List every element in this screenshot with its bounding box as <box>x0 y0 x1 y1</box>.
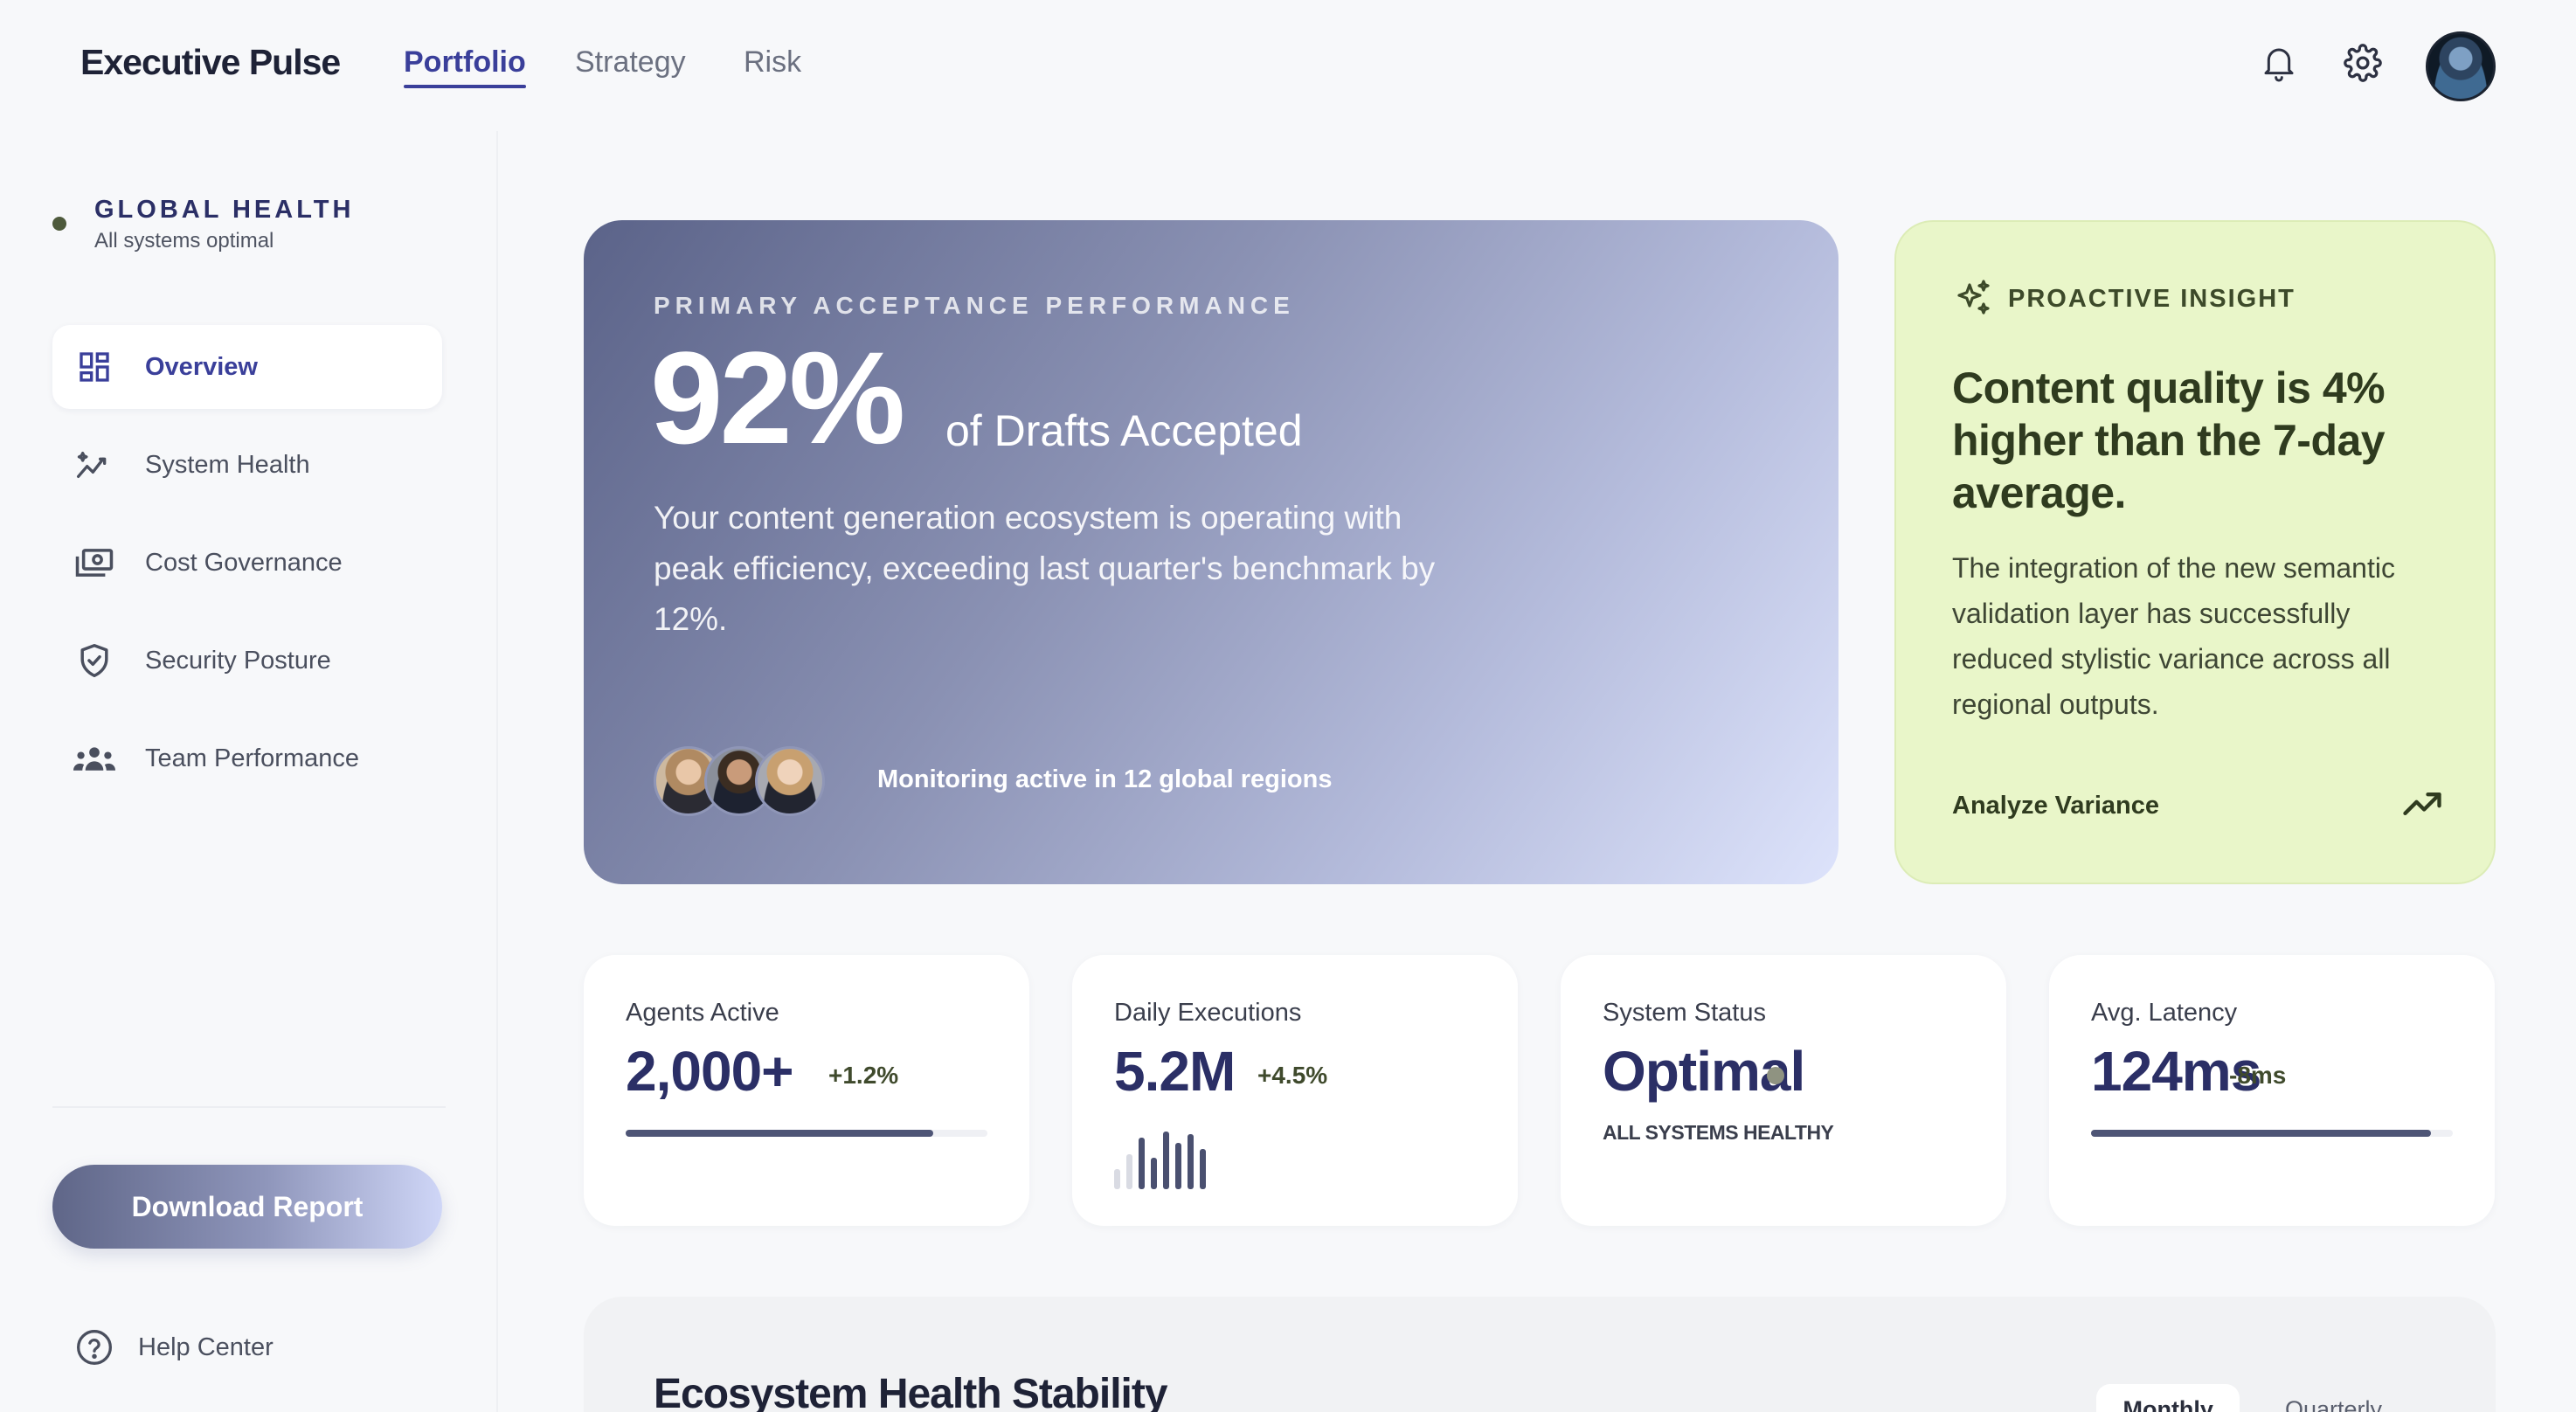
tab-risk[interactable]: Risk <box>744 45 801 80</box>
top-bar: Executive Pulse Portfolio Strategy Risk <box>0 0 2576 131</box>
status-caption: ALL SYSTEMS HEALTHY <box>1603 1121 1834 1144</box>
health-pulse-icon <box>73 444 115 486</box>
help-center-link[interactable]: Help Center <box>75 1328 274 1367</box>
team-avatar <box>755 746 825 816</box>
sidebar-item-label: System Health <box>145 450 310 479</box>
mini-chart-bar <box>1200 1149 1206 1189</box>
tab-strategy[interactable]: Strategy <box>575 45 686 80</box>
stat-delta: -8ms <box>2229 1062 2287 1089</box>
monitoring-status: Monitoring active in 12 global regions <box>877 765 1333 793</box>
ecosystem-stability-section: Ecosystem Health Stability Monthly Quart… <box>584 1297 2496 1412</box>
stat-label: System Status <box>1603 999 1766 1027</box>
mini-chart-bar <box>1188 1134 1194 1189</box>
hero-kicker: PRIMARY ACCEPTANCE PERFORMANCE <box>654 292 1295 319</box>
tab-monthly[interactable]: Monthly <box>2096 1384 2240 1412</box>
stat-card-system-status[interactable]: System Status Optimal ALL SYSTEMS HEALTH… <box>1561 955 2006 1226</box>
stat-card-agents-active[interactable]: Agents Active 2,000+ +1.2% <box>584 955 1029 1226</box>
sidebar-item-security-posture[interactable]: Security Posture <box>52 619 442 703</box>
sidebar: GLOBAL HEALTH All systems optimal Overvi… <box>0 131 498 1412</box>
tab-quarterly[interactable]: Quarterly <box>2259 1384 2408 1412</box>
sidebar-item-label: Cost Governance <box>145 548 343 577</box>
mini-chart-bar <box>1126 1154 1132 1189</box>
sidebar-divider <box>52 1106 446 1108</box>
download-report-button[interactable]: Download Report <box>52 1165 442 1249</box>
settings-button[interactable] <box>2340 40 2386 86</box>
status-indicator-dot <box>1767 1067 1784 1084</box>
agents-progress-bar <box>626 1130 987 1137</box>
sparkle-icon <box>1952 278 1994 320</box>
insight-title: Content quality is 4% higher than the 7-… <box>1952 363 2386 517</box>
global-health-subtitle: All systems optimal <box>94 229 274 253</box>
section-title: Ecosystem Health Stability <box>654 1371 1168 1412</box>
executions-mini-chart <box>1114 1128 1206 1189</box>
money-icon <box>73 542 115 584</box>
mini-chart-bar <box>1175 1143 1181 1189</box>
trending-up-icon[interactable] <box>2399 781 2445 827</box>
stat-value: 5.2M <box>1114 1040 1236 1103</box>
mini-chart-bar <box>1151 1158 1157 1189</box>
global-health-title: GLOBAL HEALTH <box>94 196 355 224</box>
stat-delta: +4.5% <box>1257 1062 1328 1089</box>
mini-chart-bar <box>1163 1132 1169 1189</box>
stat-value: 2,000+ <box>626 1040 794 1103</box>
acceptance-hero-card: PRIMARY ACCEPTANCE PERFORMANCE 92% of Dr… <box>584 220 1839 884</box>
notifications-button[interactable] <box>2256 40 2302 86</box>
analyze-variance-link[interactable]: Analyze Variance <box>1952 792 2159 820</box>
shield-icon <box>73 640 115 682</box>
sidebar-item-label: Security Posture <box>145 646 331 675</box>
hero-description: Your content generation ecosystem is ope… <box>654 500 1436 637</box>
help-center-label: Help Center <box>138 1332 274 1361</box>
user-avatar[interactable] <box>2426 31 2496 101</box>
stat-card-avg-latency[interactable]: Avg. Latency 124ms -8ms <box>2049 955 2495 1226</box>
stat-card-daily-executions[interactable]: Daily Executions 5.2M +4.5% <box>1072 955 1518 1226</box>
bell-icon <box>2264 48 2294 82</box>
latency-progress-bar <box>2091 1130 2453 1137</box>
stat-label: Avg. Latency <box>2091 999 2238 1027</box>
mini-chart-bar <box>1114 1169 1120 1189</box>
sidebar-item-system-health[interactable]: System Health <box>52 423 442 507</box>
insight-header: PROACTIVE INSIGHT <box>1952 278 2296 320</box>
insight-body: The integration of the new semantic vali… <box>1952 552 2395 720</box>
stat-label: Agents Active <box>626 999 779 1027</box>
gear-icon <box>2344 44 2382 82</box>
period-toggle: Monthly Quarterly <box>2096 1384 2408 1412</box>
acceptance-caption: of Drafts Accepted <box>945 406 1303 455</box>
sidebar-item-team-performance[interactable]: Team Performance <box>52 716 442 800</box>
agents-progress-fill <box>626 1130 933 1137</box>
team-avatar-group[interactable] <box>654 746 828 816</box>
proactive-insight-card: PROACTIVE INSIGHT Content quality is 4% … <box>1894 220 2496 884</box>
sidebar-item-label: Overview <box>145 352 258 381</box>
help-circle-icon <box>75 1328 114 1367</box>
sidebar-item-cost-governance[interactable]: Cost Governance <box>52 521 442 605</box>
dashboard-icon <box>73 346 115 388</box>
team-icon <box>73 737 115 779</box>
sidebar-item-overview[interactable]: Overview <box>52 325 442 409</box>
health-status-dot <box>52 217 66 231</box>
stat-delta: +1.2% <box>828 1062 899 1089</box>
sidebar-item-label: Team Performance <box>145 744 359 772</box>
latency-progress-fill <box>2091 1130 2432 1137</box>
mini-chart-bar <box>1139 1138 1145 1189</box>
acceptance-percentage: 92% <box>650 324 905 471</box>
brand-logo[interactable]: Executive Pulse <box>80 42 341 83</box>
tab-portfolio[interactable]: Portfolio <box>404 45 526 88</box>
insight-kicker: PROACTIVE INSIGHT <box>2008 284 2296 313</box>
stat-label: Daily Executions <box>1114 999 1302 1027</box>
